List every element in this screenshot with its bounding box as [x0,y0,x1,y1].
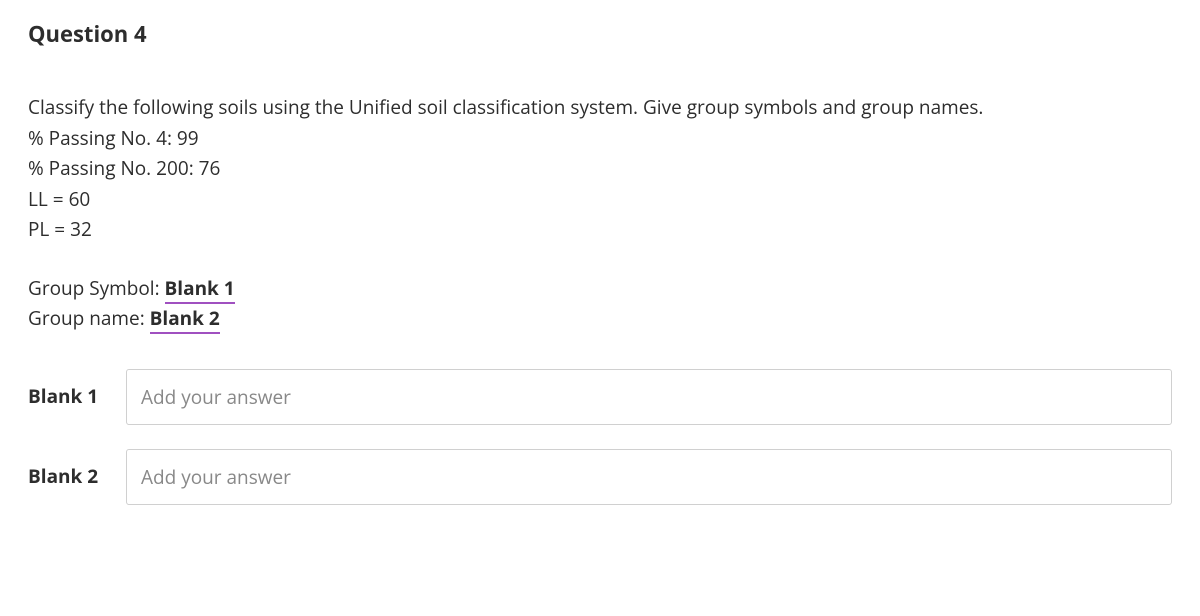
data-line: LL = 60 [28,185,1172,214]
question-title: Question 4 [28,18,1172,51]
group-symbol-line: Group Symbol: Blank 1 [28,274,1172,303]
blank2-input[interactable] [126,449,1172,505]
blank-label-block: Group Symbol: Blank 1 Group name: Blank … [28,274,1172,333]
group-name-line: Group name: Blank 2 [28,304,1172,333]
blank2-label: Blank 2 [28,462,110,491]
blank-2-marker: Blank 2 [150,305,220,334]
blank1-input[interactable] [126,369,1172,425]
blank-1-marker: Blank 1 [165,275,235,304]
blank1-label: Blank 1 [28,382,110,411]
data-line: PL = 32 [28,215,1172,244]
question-instruction: Classify the following soils using the U… [28,93,1172,122]
question-body: Classify the following soils using the U… [28,93,1172,333]
group-symbol-prefix: Group Symbol: [28,275,165,301]
question-data-block: % Passing No. 4: 99 % Passing No. 200: 7… [28,124,1172,244]
data-line: % Passing No. 200: 76 [28,154,1172,183]
group-name-prefix: Group name: [28,305,150,331]
answer-row-blank1: Blank 1 [28,369,1172,425]
data-line: % Passing No. 4: 99 [28,124,1172,153]
answer-row-blank2: Blank 2 [28,449,1172,505]
